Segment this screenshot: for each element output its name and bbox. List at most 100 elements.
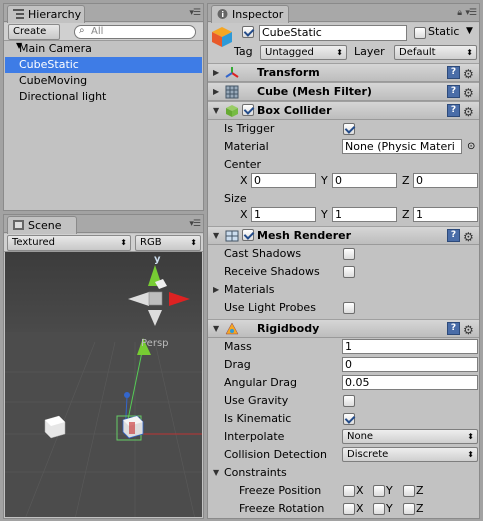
tab-hierarchy[interactable]: Hierarchy: [7, 5, 85, 23]
center-y-field[interactable]: 0: [332, 173, 397, 188]
search-placeholder: All: [91, 26, 104, 37]
color-mode-dropdown[interactable]: RGB ⬍: [135, 235, 201, 251]
gear-icon[interactable]: ⚙: [463, 228, 474, 246]
mesh-renderer-enabled-checkbox[interactable]: [242, 229, 254, 241]
freeze-rotation-z-label: Z: [416, 502, 424, 515]
fold-right-icon[interactable]: ▶: [213, 281, 219, 299]
chevron-updown-icon: ⬍: [466, 48, 473, 57]
receive-shadows-label: Receive Shadows: [224, 265, 320, 278]
panel-menu-icon[interactable]: ▾☰: [189, 8, 201, 18]
mass-field[interactable]: 1: [342, 339, 478, 354]
hierarchy-panel: Hierarchy ▾☰ Create ▼ ⌕ All Main Camera …: [3, 3, 204, 211]
cast-shadows-checkbox[interactable]: [343, 248, 355, 260]
interpolate-dropdown[interactable]: None ⬍: [342, 429, 478, 444]
center-x-label: X: [240, 174, 248, 187]
transform-header[interactable]: ▶ Transform ? ⚙: [208, 63, 479, 82]
collision-detection-row: Collision Detection Discrete ⬍: [208, 446, 479, 464]
lock-icon[interactable]: 🔒︎: [457, 8, 462, 18]
collision-detection-dropdown[interactable]: Discrete ⬍: [342, 447, 478, 462]
freeze-position-row: Freeze Position X Y Z: [208, 482, 479, 500]
object-picker-icon[interactable]: ⊙: [467, 138, 475, 156]
object-active-checkbox[interactable]: [242, 26, 254, 38]
size-y-field[interactable]: 1: [332, 207, 397, 222]
mesh-renderer-header[interactable]: ▼ Mesh Renderer ? ⚙: [208, 226, 479, 245]
help-icon[interactable]: ?: [447, 66, 460, 79]
chevron-down-icon[interactable]: ▼: [466, 26, 473, 36]
use-gravity-checkbox[interactable]: [343, 395, 355, 407]
constraints-row[interactable]: ▼ Constraints: [208, 464, 479, 482]
box-collider-enabled-checkbox[interactable]: [242, 104, 254, 116]
help-icon[interactable]: ?: [447, 85, 460, 98]
help-icon[interactable]: ?: [447, 229, 460, 242]
list-item-cubestatic[interactable]: CubeStatic: [5, 57, 202, 73]
help-icon[interactable]: ?: [447, 322, 460, 335]
panel-menu-icon[interactable]: ▾☰: [189, 219, 201, 229]
static-checkbox[interactable]: [414, 27, 426, 39]
center-x-field[interactable]: 0: [251, 173, 316, 188]
freeze-position-x-checkbox[interactable]: [343, 485, 355, 497]
inspector-panel: Inspector 🔒︎ ▾☰ CubeStatic Static ▼ Tag …: [207, 3, 480, 519]
cube-moving[interactable]: [44, 415, 66, 439]
center-z-label: Z: [402, 174, 410, 187]
fold-down-icon[interactable]: ▼: [213, 320, 219, 338]
mesh-filter-header[interactable]: ▶ Cube (Mesh Filter) ? ⚙: [208, 82, 479, 101]
use-light-probes-checkbox[interactable]: [343, 302, 355, 314]
gizmo-center-cube[interactable]: [148, 291, 163, 306]
rigidbody-title: Rigidbody: [257, 322, 320, 335]
tab-scene[interactable]: Scene: [7, 216, 77, 234]
size-y-value: 1: [335, 208, 342, 221]
fold-down-icon[interactable]: ▼: [213, 464, 219, 482]
scene-viewport[interactable]: y Persp: [5, 252, 202, 517]
receive-shadows-checkbox[interactable]: [343, 266, 355, 278]
gear-icon[interactable]: ⚙: [463, 321, 474, 339]
fold-right-icon[interactable]: ▶: [213, 64, 219, 82]
freeze-position-y-checkbox[interactable]: [373, 485, 385, 497]
scene-tabbar: Scene ▾☰: [4, 215, 203, 234]
list-item-directional-light[interactable]: Directional light: [5, 89, 202, 105]
freeze-rotation-row: Freeze Rotation X Y Z: [208, 500, 479, 518]
list-item-main-camera[interactable]: Main Camera: [5, 41, 202, 57]
is-kinematic-row: Is Kinematic: [208, 410, 479, 428]
object-name-field[interactable]: CubeStatic: [259, 25, 407, 41]
center-z-value: 0: [416, 174, 423, 187]
cast-shadows-label: Cast Shadows: [224, 247, 302, 260]
drag-field[interactable]: 0: [342, 357, 478, 372]
center-z-field[interactable]: 0: [413, 173, 478, 188]
z-axis-handle[interactable]: [124, 392, 130, 398]
box-collider-header[interactable]: ▼ Box Collider ? ⚙: [208, 101, 479, 120]
gear-icon[interactable]: ⚙: [463, 84, 474, 102]
material-field[interactable]: None (Physic Materi: [342, 139, 462, 154]
size-z-field[interactable]: 1: [413, 207, 478, 222]
create-button[interactable]: Create ▼: [8, 24, 60, 50]
tab-inspector[interactable]: Inspector: [211, 5, 289, 23]
angular-drag-field[interactable]: 0.05: [342, 375, 478, 390]
is-kinematic-checkbox[interactable]: [343, 413, 355, 425]
gear-icon[interactable]: ⚙: [463, 103, 474, 121]
is-trigger-checkbox[interactable]: [343, 123, 355, 135]
gear-icon[interactable]: ⚙: [463, 65, 474, 83]
freeze-position-z-checkbox[interactable]: [403, 485, 415, 497]
layer-dropdown[interactable]: Default ⬍: [394, 45, 477, 60]
size-z-label: Z: [402, 208, 410, 221]
search-input[interactable]: ⌕ All: [74, 25, 196, 39]
size-x-field[interactable]: 1: [251, 207, 316, 222]
size-y-label: Y: [321, 208, 328, 221]
freeze-position-label: Freeze Position: [239, 484, 322, 497]
fold-down-icon[interactable]: ▼: [213, 227, 219, 245]
scene-canvas: [5, 252, 202, 517]
rigidbody-header[interactable]: ▼ Rigidbody ? ⚙: [208, 319, 479, 338]
list-item-label: Directional light: [19, 90, 107, 103]
freeze-rotation-y-checkbox[interactable]: [373, 503, 385, 515]
render-mode-dropdown[interactable]: Textured ⬍: [7, 235, 131, 251]
mass-label: Mass: [224, 340, 252, 353]
panel-menu-icon[interactable]: ▾☰: [465, 8, 477, 18]
help-icon[interactable]: ?: [447, 104, 460, 117]
materials-row[interactable]: ▶ Materials: [208, 281, 479, 299]
material-label: Material: [224, 140, 269, 153]
list-item-cubemoving[interactable]: CubeMoving: [5, 73, 202, 89]
fold-down-icon[interactable]: ▼: [213, 102, 219, 120]
freeze-rotation-z-checkbox[interactable]: [403, 503, 415, 515]
tag-dropdown[interactable]: Untagged ⬍: [260, 45, 347, 60]
freeze-rotation-x-checkbox[interactable]: [343, 503, 355, 515]
fold-right-icon[interactable]: ▶: [213, 83, 219, 101]
